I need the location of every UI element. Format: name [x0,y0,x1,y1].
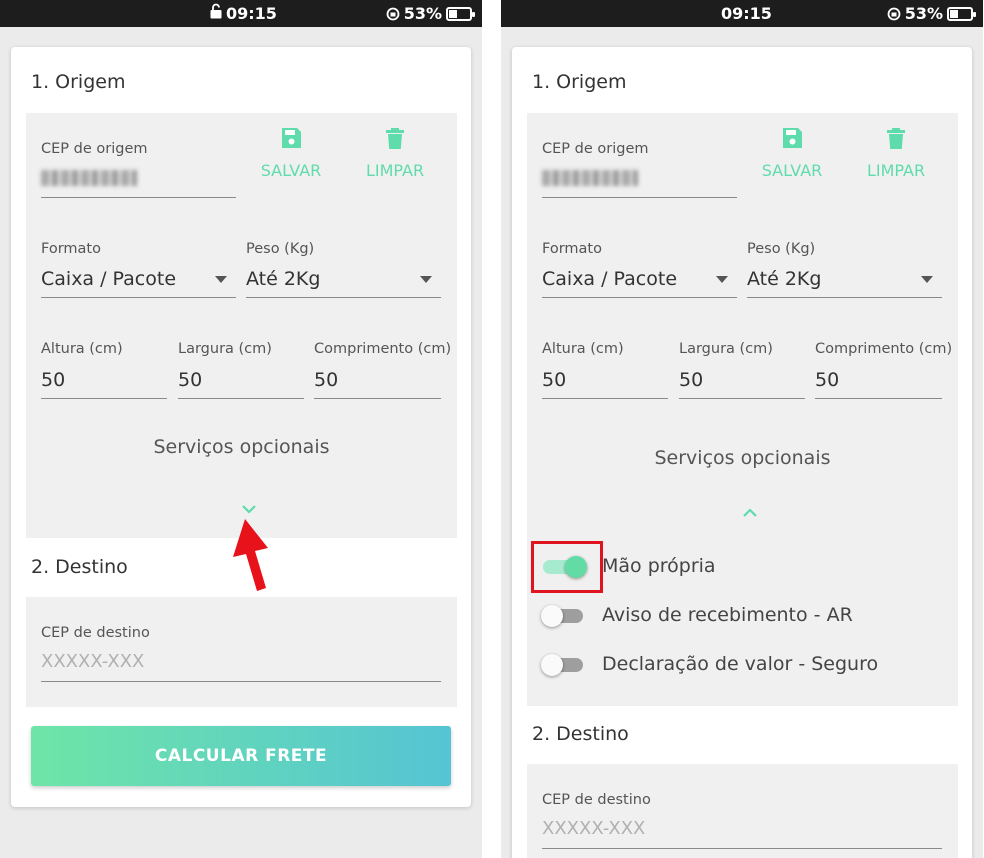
calcular-frete-button[interactable]: CALCULAR FRETE [31,726,451,786]
origem-panel: CEP de origem SALVAR LIMPAR Formato Caix… [26,113,457,538]
cep-origem-field[interactable] [542,197,737,198]
largura-field[interactable] [679,398,805,399]
left-screen: 09:15 53% 1. Origem CEP de origem SALVAR… [0,0,482,858]
status-time: 09:15 [721,4,772,23]
battery-percent: 53% [403,4,442,23]
cep-origem-value-blurred [41,170,137,186]
save-label: SALVAR [260,161,322,180]
mao-propria-label: Mão própria [602,555,716,577]
altura-field[interactable] [542,398,668,399]
peso-dropdown-icon [420,276,432,283]
rotation-lock-icon [386,7,400,20]
comprimento-value: 50 [815,369,840,391]
altura-field[interactable] [41,398,167,399]
origem-title: 1. Origem [31,71,126,93]
comprimento-label: Comprimento (cm) [314,341,452,357]
peso-label: Peso (Kg) [246,241,315,257]
comprimento-field[interactable] [815,398,942,399]
cep-origem-field[interactable] [41,197,236,198]
clear-button[interactable]: LIMPAR [856,127,936,180]
comprimento-value: 50 [314,369,339,391]
save-button[interactable]: SALVAR [752,127,832,180]
declaracao-valor-toggle[interactable] [541,654,585,676]
clear-label: LIMPAR [365,161,425,180]
clear-label: LIMPAR [866,161,926,180]
save-icon [783,128,802,148]
destino-title: 2. Destino [532,723,629,745]
cep-origem-value-blurred [542,170,638,186]
peso-select[interactable] [246,297,441,298]
save-icon [282,128,301,148]
clear-button[interactable]: LIMPAR [355,127,435,180]
freight-form-card: 1. Origem CEP de origem SALVAR LIMPAR Fo… [11,47,471,807]
servicos-opcionais-label: Serviços opcionais [153,436,330,458]
trash-icon [887,128,905,149]
battery-icon [446,6,475,21]
peso-select[interactable] [747,297,942,298]
cep-origem-label: CEP de origem [41,141,148,157]
freight-form-card: 1. Origem CEP de origem SALVAR LIMPAR Fo… [512,47,972,858]
battery-icon [947,6,976,21]
origem-panel: CEP de origem SALVAR LIMPAR Formato Caix… [527,113,958,706]
largura-label: Largura (cm) [679,341,773,357]
cep-destino-input[interactable]: XXXXX-XXX [542,818,645,839]
cep-destino-underline [542,848,942,849]
aviso-recebimento-toggle[interactable] [541,605,585,627]
chevron-up-icon[interactable] [742,508,758,518]
status-time: 09:15 [226,4,277,23]
formato-value: Caixa / Pacote [542,268,678,290]
cep-destino-label: CEP de destino [41,625,150,641]
lock-icon [210,3,222,19]
declaracao-valor-label: Declaração de valor - Seguro [602,653,879,675]
formato-value: Caixa / Pacote [41,268,177,290]
peso-value: Até 2Kg [747,268,822,290]
peso-value: Até 2Kg [246,268,321,290]
origem-title: 1. Origem [532,71,627,93]
chevron-down-icon[interactable] [241,504,257,514]
aviso-recebimento-label: Aviso de recebimento - AR [602,604,853,626]
peso-label: Peso (Kg) [747,241,816,257]
formato-label: Formato [542,241,602,257]
status-bar: 09:15 53% [501,0,983,27]
destino-panel: CEP de destino XXXXX-XXX [26,597,457,707]
rotation-lock-icon [887,7,901,20]
formato-select[interactable] [41,297,236,298]
save-label: SALVAR [761,161,823,180]
cep-destino-label: CEP de destino [542,792,651,808]
comprimento-field[interactable] [314,398,441,399]
trash-icon [386,128,404,149]
cep-destino-input[interactable]: XXXXX-XXX [41,651,144,672]
comprimento-label: Comprimento (cm) [815,341,953,357]
servicos-opcionais-label: Serviços opcionais [654,447,831,469]
altura-value: 50 [542,369,567,391]
status-bar: 09:15 53% [0,0,482,27]
destino-title: 2. Destino [31,556,128,578]
largura-label: Largura (cm) [178,341,272,357]
largura-field[interactable] [178,398,304,399]
cep-origem-label: CEP de origem [542,141,649,157]
largura-value: 50 [679,369,704,391]
largura-value: 50 [178,369,203,391]
altura-label: Altura (cm) [41,341,123,357]
destino-panel: CEP de destino XXXXX-XXX [527,764,958,858]
formato-dropdown-icon [215,276,227,283]
altura-label: Altura (cm) [542,341,624,357]
highlight-box [531,541,603,593]
red-arrow-icon [233,519,268,591]
formato-select[interactable] [542,297,737,298]
altura-value: 50 [41,369,66,391]
save-button[interactable]: SALVAR [251,127,331,180]
right-screen: 09:15 53% 1. Origem CEP de origem SALVAR… [501,0,983,858]
cep-destino-underline [41,681,441,682]
formato-dropdown-icon [716,276,728,283]
peso-dropdown-icon [921,276,933,283]
battery-percent: 53% [904,4,943,23]
formato-label: Formato [41,241,101,257]
